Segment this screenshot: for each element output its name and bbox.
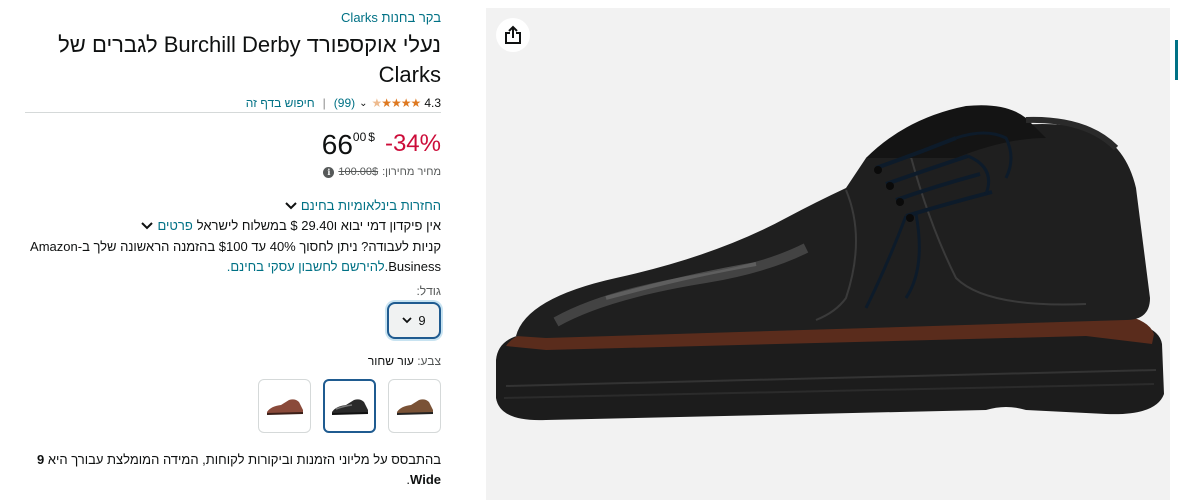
separator: | xyxy=(322,96,326,110)
color-swatches xyxy=(258,379,441,433)
swatch-tan-leather[interactable] xyxy=(388,379,441,433)
list-price: 100.00$ xyxy=(338,166,379,178)
color-row: צבע: עור שחור xyxy=(368,354,441,368)
chevron-down-icon[interactable] xyxy=(141,221,154,230)
list-price-label: מחיר מחירון: xyxy=(382,166,441,178)
details-link[interactable]: פרטים xyxy=(157,218,192,233)
returns-link[interactable]: החזרות בינלאומיות בחינם xyxy=(285,198,441,213)
swatch-brown-leather[interactable] xyxy=(258,379,311,433)
chevron-down-icon xyxy=(285,201,297,209)
color-label: צבע: xyxy=(417,354,441,368)
info-icon[interactable]: i xyxy=(323,166,335,178)
product-image-panel[interactable] xyxy=(486,8,1170,500)
size-dropdown[interactable]: 9 xyxy=(387,302,441,339)
price-row: -34% 66 00 $ xyxy=(322,128,441,162)
price-whole: 66 xyxy=(321,129,353,160)
share-button[interactable] xyxy=(496,18,530,52)
swatch-black-leather[interactable] xyxy=(323,379,376,433)
color-value: עור שחור xyxy=(367,354,414,368)
business-signup-link[interactable]: להירשם לחשבון עסקי בחינם. xyxy=(227,259,385,274)
shoe-thumbnail-icon xyxy=(396,399,433,415)
rating-value: 4.3 xyxy=(424,96,441,110)
chevron-down-icon[interactable]: ⌄ xyxy=(359,98,367,109)
shoe-main-image xyxy=(496,105,1164,421)
discount-percent: -34% xyxy=(384,130,441,157)
price-currency: $ xyxy=(368,130,375,144)
share-icon xyxy=(505,25,521,44)
size-recommendation: בהתבסס על מליוני הזמנות וביקורות לקוחות,… xyxy=(25,450,441,490)
rating-count-link[interactable]: (99) xyxy=(334,96,355,110)
rating-row: 4.3 ★★★★★ ⌄ (99) | חיפוש בדף זה xyxy=(246,95,441,111)
recommendation-text: בהתבסס על מליוני הזמנות וביקורות לקוחות,… xyxy=(47,452,441,467)
size-label: גודל: xyxy=(416,284,441,298)
store-link[interactable]: בקר בחנות Clarks xyxy=(341,10,441,25)
list-price-row: מחיר מחירון: 100.00$ i xyxy=(323,166,441,178)
chevron-down-icon xyxy=(402,317,413,324)
shipping-text: אין פיקדון דמי יבוא ו29.40 $ במשלוח לישר… xyxy=(196,218,441,233)
shoe-thumbnail-icon xyxy=(331,399,368,415)
star-rating-icon[interactable]: ★★★★★ xyxy=(372,96,422,110)
divider xyxy=(25,112,441,113)
shipping-info: אין פיקדון דמי יבוא ו29.40 $ במשלוח לישר… xyxy=(141,218,441,233)
size-value: 9 xyxy=(418,313,426,328)
search-page-link[interactable]: חיפוש בדף זה xyxy=(246,96,315,110)
price-fraction: 00 xyxy=(352,130,367,144)
business-promo: קניות לעבודה? ניתן לחסוך 40% עד $100 בהז… xyxy=(25,237,441,277)
returns-label: החזרות בינלאומיות בחינם xyxy=(300,198,441,213)
price: 66 00 $ xyxy=(322,128,375,162)
shoe-thumbnail-icon xyxy=(266,399,303,415)
product-title: נעלי אוקספורד Burchill Derby לגברים של C… xyxy=(58,32,441,87)
